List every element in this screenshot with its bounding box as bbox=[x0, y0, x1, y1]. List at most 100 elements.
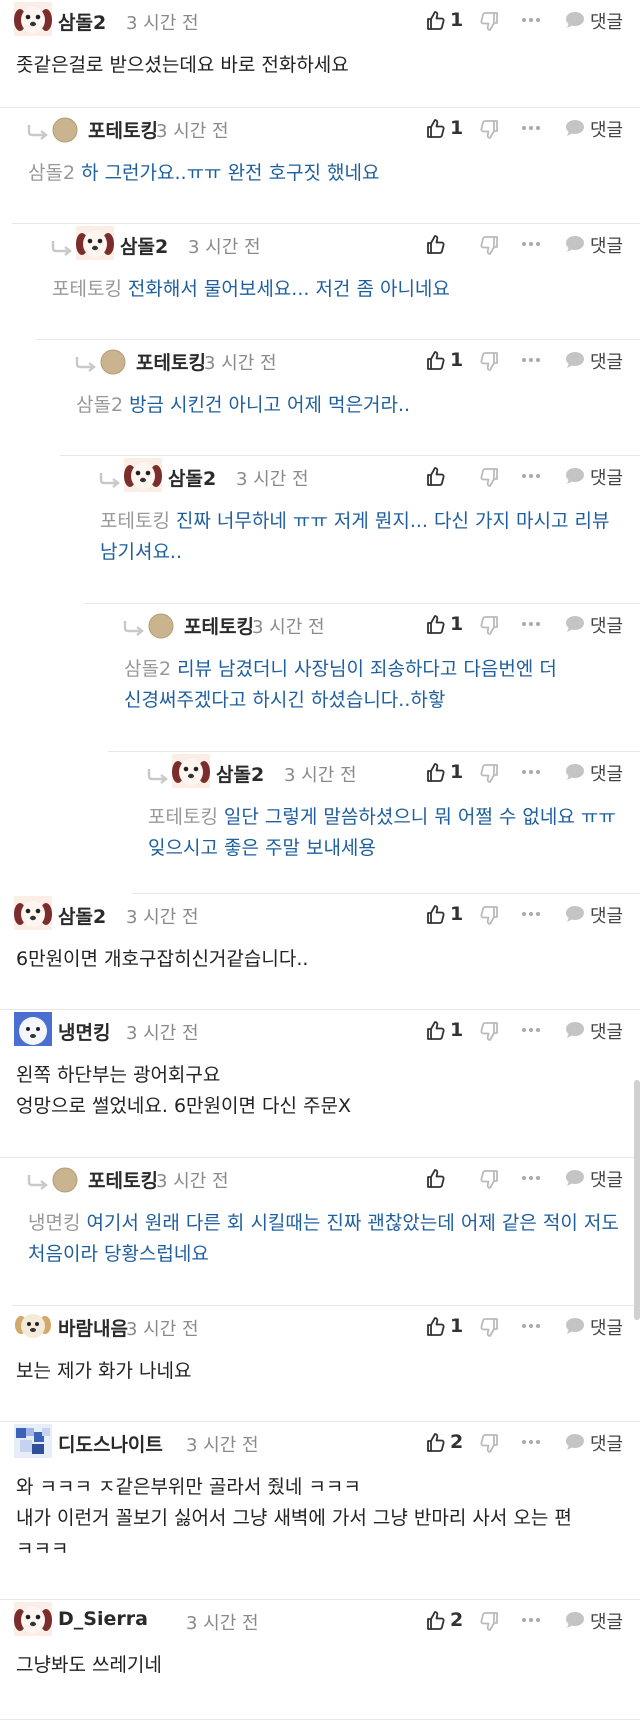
reply-button[interactable]: 댓글 bbox=[565, 464, 640, 489]
comment-text: 삼돌2 리뷰 남겼더니 사장님이 죄송하다고 다음번엔 더 신경써주겠다고 하시긴… bbox=[124, 654, 628, 716]
author-name[interactable]: 포테토킹 bbox=[88, 1166, 158, 1193]
dot-avatar[interactable] bbox=[148, 613, 174, 639]
timestamp: 3 시간 전 bbox=[126, 907, 199, 928]
dislike-button[interactable] bbox=[478, 466, 502, 494]
author-name[interactable]: 포테토킹 bbox=[184, 612, 254, 639]
mention[interactable]: 삼돌2 bbox=[76, 394, 123, 416]
dislike-button[interactable] bbox=[478, 1316, 502, 1344]
scrollbar[interactable] bbox=[634, 1080, 640, 1320]
like-button[interactable]: 1 bbox=[423, 8, 467, 32]
dislike-button[interactable] bbox=[478, 904, 502, 932]
dog-avatar[interactable] bbox=[172, 754, 210, 788]
reply-label: 댓글 bbox=[590, 1170, 624, 1191]
more-options-button[interactable] bbox=[522, 912, 543, 916]
author-name[interactable]: 삼돌2 bbox=[58, 8, 106, 35]
mention[interactable]: 포테토킹 bbox=[100, 510, 170, 532]
like-button[interactable]: 1 bbox=[423, 902, 467, 926]
dislike-button[interactable] bbox=[478, 1610, 502, 1638]
comment-body: 그냥봐도 쓰레기네 bbox=[16, 1654, 162, 1676]
like-count: 1 bbox=[450, 761, 464, 783]
reply-button[interactable]: 댓글 bbox=[565, 902, 640, 927]
mention[interactable]: 삼돌2 bbox=[124, 658, 171, 680]
reply-label: 댓글 bbox=[590, 616, 624, 637]
comment-text: 와 ㅋㅋㅋ ㅈ같은부위만 골라서 줬네 ㅋㅋㅋ 내가 이런거 꼴보기 싫어서 그… bbox=[16, 1472, 628, 1565]
more-options-button[interactable] bbox=[522, 474, 543, 478]
dog-avatar[interactable] bbox=[14, 1602, 52, 1636]
dot-avatar[interactable] bbox=[52, 1167, 78, 1193]
author-name[interactable]: 포테토킹 bbox=[88, 116, 158, 143]
puppy-avatar[interactable] bbox=[14, 1308, 52, 1342]
dislike-button[interactable] bbox=[478, 118, 502, 146]
reply-button[interactable]: 댓글 bbox=[565, 612, 640, 637]
reply-button[interactable]: 댓글 bbox=[565, 1166, 640, 1191]
comment-header: 삼돌2 3 시간 전 댓글 bbox=[84, 456, 640, 496]
dot-avatar[interactable] bbox=[100, 349, 126, 375]
reply-button[interactable]: 댓글 bbox=[565, 1430, 640, 1455]
reply-button[interactable]: 댓글 bbox=[565, 1608, 640, 1633]
like-button[interactable]: 1 bbox=[423, 348, 467, 372]
more-options-button[interactable] bbox=[522, 358, 543, 362]
author-name[interactable]: D_Sierra bbox=[58, 1608, 148, 1630]
like-button[interactable]: 2 bbox=[423, 1430, 467, 1454]
reply-button[interactable]: 댓글 bbox=[565, 8, 640, 33]
like-button[interactable] bbox=[423, 1166, 467, 1190]
author-name[interactable]: 바람내음 bbox=[58, 1314, 128, 1341]
like-button[interactable]: 1 bbox=[423, 612, 467, 636]
dislike-button[interactable] bbox=[478, 1168, 502, 1196]
dislike-button[interactable] bbox=[478, 762, 502, 790]
more-options-button[interactable] bbox=[522, 18, 543, 22]
author-name[interactable]: 포테토킹 bbox=[136, 348, 206, 375]
comment-body: 6만원이면 개호구잡히신거같습니다.. bbox=[16, 948, 309, 970]
dog-avatar[interactable] bbox=[124, 458, 162, 492]
dot-avatar[interactable] bbox=[52, 117, 78, 143]
dog-avatar[interactable] bbox=[76, 226, 114, 260]
more-options-button[interactable] bbox=[522, 1176, 543, 1180]
like-button[interactable]: 2 bbox=[423, 1608, 467, 1632]
reply-button[interactable]: 댓글 bbox=[565, 116, 640, 141]
author-name[interactable]: 디도스나이트 bbox=[58, 1430, 163, 1457]
white-dog-avatar[interactable] bbox=[14, 1012, 52, 1046]
like-button[interactable]: 1 bbox=[423, 760, 467, 784]
reply-arrow-icon bbox=[74, 356, 96, 372]
more-options-button[interactable] bbox=[522, 770, 543, 774]
author-name[interactable]: 삼돌2 bbox=[216, 760, 264, 787]
author-name[interactable]: 냉면킹 bbox=[58, 1018, 110, 1045]
dislike-button[interactable] bbox=[478, 614, 502, 642]
author-name[interactable]: 삼돌2 bbox=[168, 464, 216, 491]
more-options-button[interactable] bbox=[522, 1618, 543, 1622]
like-button[interactable] bbox=[423, 232, 467, 256]
dog-avatar[interactable] bbox=[14, 896, 52, 930]
reply-label: 댓글 bbox=[590, 1022, 624, 1043]
like-button[interactable] bbox=[423, 464, 467, 488]
like-button[interactable]: 1 bbox=[423, 1314, 467, 1338]
reply-button[interactable]: 댓글 bbox=[565, 348, 640, 373]
dog-avatar[interactable] bbox=[14, 2, 52, 36]
dislike-button[interactable] bbox=[478, 1432, 502, 1460]
mention[interactable]: 포테토킹 bbox=[52, 278, 122, 300]
comment-body: 리뷰 남겼더니 사장님이 죄송하다고 다음번엔 더 신경써주겠다고 하시긴 하셨… bbox=[124, 658, 563, 711]
author-name[interactable]: 삼돌2 bbox=[120, 232, 168, 259]
like-count: 1 bbox=[450, 9, 464, 31]
more-options-button[interactable] bbox=[522, 126, 543, 130]
mention[interactable]: 냉면킹 bbox=[28, 1212, 80, 1234]
dislike-button[interactable] bbox=[478, 234, 502, 262]
more-options-button[interactable] bbox=[522, 622, 543, 626]
reply-button[interactable]: 댓글 bbox=[565, 760, 640, 785]
reply-button[interactable]: 댓글 bbox=[565, 1018, 640, 1043]
like-button[interactable]: 1 bbox=[423, 116, 467, 140]
pixel-avatar[interactable] bbox=[14, 1424, 52, 1458]
reply-arrow-icon bbox=[26, 1174, 48, 1190]
more-options-button[interactable] bbox=[522, 1324, 543, 1328]
more-options-button[interactable] bbox=[522, 1028, 543, 1032]
dislike-button[interactable] bbox=[478, 1020, 502, 1048]
more-options-button[interactable] bbox=[522, 242, 543, 246]
reply-button[interactable]: 댓글 bbox=[565, 232, 640, 257]
mention[interactable]: 포테토킹 bbox=[148, 806, 218, 828]
reply-button[interactable]: 댓글 bbox=[565, 1314, 640, 1339]
more-options-button[interactable] bbox=[522, 1440, 543, 1444]
dislike-button[interactable] bbox=[478, 10, 502, 38]
author-name[interactable]: 삼돌2 bbox=[58, 902, 106, 929]
dislike-button[interactable] bbox=[478, 350, 502, 378]
mention[interactable]: 삼돌2 bbox=[28, 162, 75, 184]
like-button[interactable]: 1 bbox=[423, 1018, 467, 1042]
